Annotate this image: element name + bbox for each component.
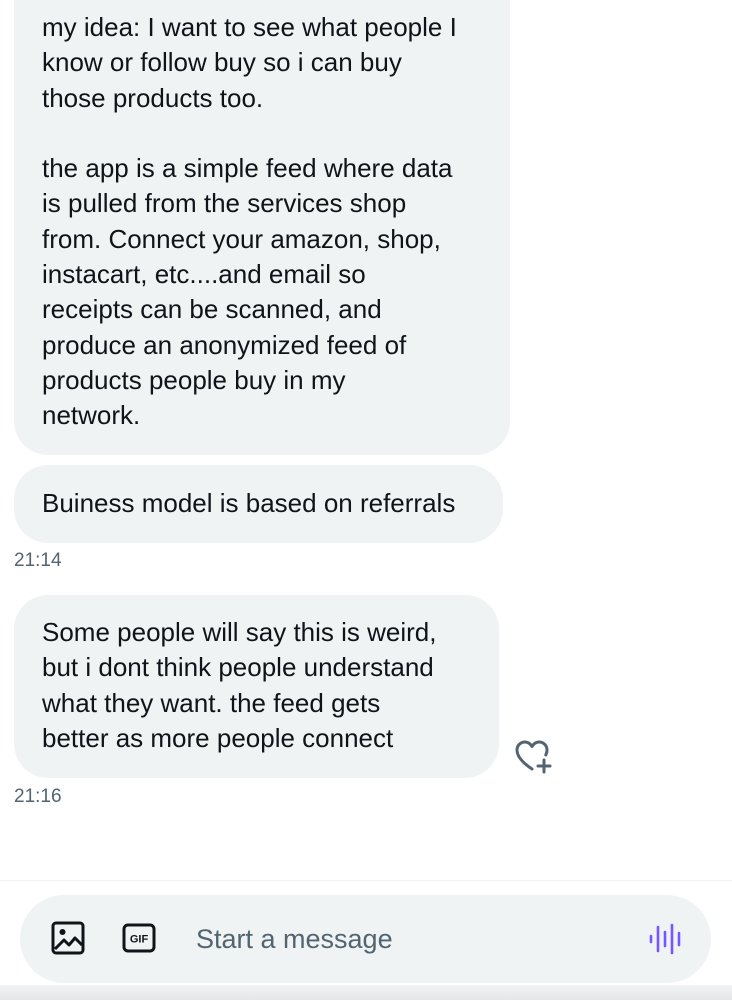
voice-icon[interactable] (646, 921, 686, 957)
image-icon[interactable] (50, 920, 86, 956)
message-composer: GIF (20, 895, 711, 983)
message-thread: my idea: I want to see what people I kno… (0, 0, 732, 880)
message-bubble: Some people will say this is weird, but … (14, 595, 499, 778)
bottom-edge (0, 985, 732, 1000)
message-bubble: my idea: I want to see what people I kno… (14, 0, 510, 455)
gif-icon[interactable]: GIF (121, 920, 157, 956)
message-input[interactable] (196, 921, 616, 957)
message-bubble: Buiness model is based on referrals (14, 465, 503, 543)
message-timestamp: 21:16 (14, 786, 62, 807)
message-timestamp: 21:14 (14, 550, 62, 571)
gif-label: GIF (130, 934, 149, 946)
composer-divider (0, 880, 732, 881)
heart-plus-icon[interactable] (514, 739, 554, 775)
